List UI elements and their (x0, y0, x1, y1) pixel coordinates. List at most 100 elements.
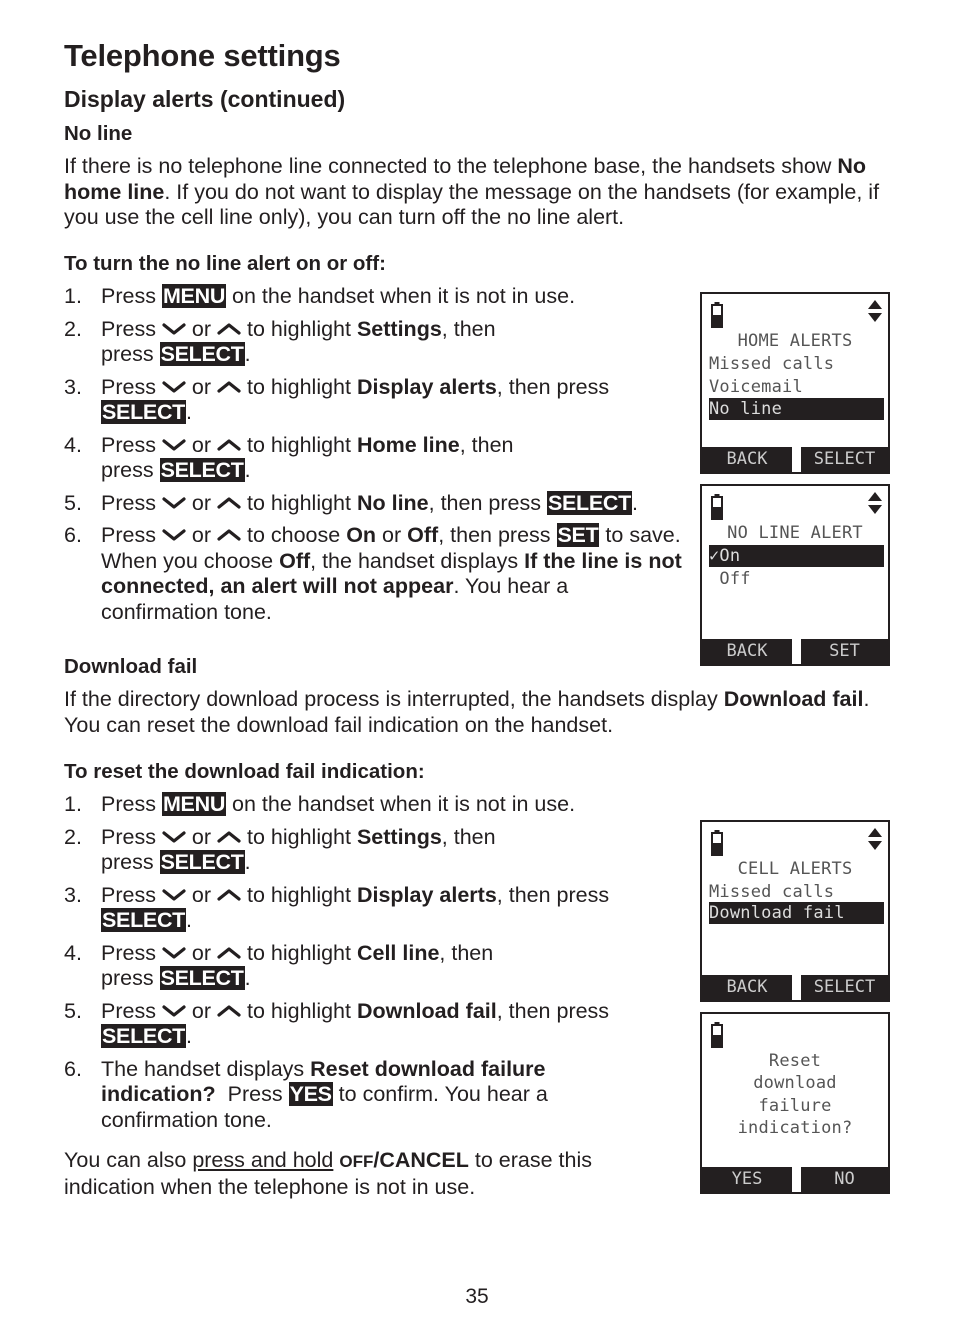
up-arrow-icon (217, 946, 241, 960)
step-number: 2. (64, 824, 82, 849)
text: , then press (496, 998, 610, 1023)
up-arrow-icon (217, 1004, 241, 1018)
step: 2. Press or to highlight Settings, then p… (64, 317, 541, 368)
down-arrow-icon (162, 380, 186, 394)
step-number: 5. (64, 490, 82, 515)
handset-screen-no-line-alert: NO LINE ALERT ✓On Off BACK SET (700, 484, 890, 666)
download-fail-heading: Download fail (64, 655, 198, 678)
step: 5. Press or to highlight Download fail, t… (64, 999, 641, 1050)
no-line-steps: 1. Press MENU on the handset when it is n… (64, 284, 684, 632)
text: Press (101, 940, 162, 965)
bold-term: No line (356, 490, 429, 515)
screen-message-line: failure (758, 1096, 832, 1116)
down-arrow-icon (162, 1004, 186, 1018)
text: Press (101, 824, 162, 849)
text: The handset displays (101, 1056, 311, 1081)
press-and-hold-link[interactable]: press and hold (192, 1148, 333, 1172)
up-down-arrows-icon (868, 300, 882, 324)
download-fail-steps: 1. Press MENU on the handset when it is n… (64, 792, 684, 1140)
text: . (244, 966, 251, 990)
text: Press (215, 1082, 289, 1106)
bold-term: Off (407, 523, 439, 547)
text: or (376, 523, 408, 547)
softkey-back: BACK (702, 975, 792, 1000)
step: 3. Press or to highlight Display alerts, … (64, 883, 611, 934)
text: . (186, 1024, 192, 1048)
down-arrow-icon (162, 438, 186, 452)
softkey-bar: BACK SELECT (702, 975, 888, 1000)
no-line-steps-heading: To turn the no line alert on or off: (64, 252, 386, 275)
screen-menu-item: Missed calls (709, 354, 835, 374)
no-line-heading: No line (64, 122, 133, 145)
select-key: SELECT (159, 966, 245, 990)
text: , then press (428, 490, 547, 515)
text: to highlight (241, 490, 357, 515)
down-arrow-icon (162, 946, 186, 960)
screen-option-on-selected: ✓On (709, 545, 884, 567)
text: or (185, 824, 218, 849)
text: Press (101, 284, 162, 308)
up-arrow-icon (217, 496, 241, 510)
down-arrow-icon (162, 496, 186, 510)
bold-term: Download fail (356, 998, 497, 1023)
text: Press (101, 523, 162, 547)
step: 4. Press or to highlight Home line, then … (64, 433, 541, 484)
battery-icon (711, 1022, 723, 1048)
text: to highlight (241, 374, 357, 399)
step: 1. Press MENU on the handset when it is n… (64, 284, 684, 310)
select-key: SELECT (101, 908, 187, 932)
step-number: 3. (64, 374, 82, 399)
select-key: SELECT (101, 1024, 187, 1048)
text: . (244, 458, 251, 482)
softkey-yes: YES (702, 1167, 792, 1192)
bold-term: Off (279, 548, 311, 573)
bold-term: Cell line (356, 940, 440, 965)
text: to highlight (241, 940, 357, 965)
up-arrow-icon (217, 380, 241, 394)
no-line-description: If there is no telephone line connected … (64, 154, 894, 231)
step-number: 2. (64, 316, 82, 341)
text: . (244, 342, 251, 366)
bold-term: Display alerts (356, 374, 497, 399)
text: to choose (241, 523, 347, 547)
text: or (185, 432, 218, 457)
softkey-bar: BACK SET (702, 639, 888, 664)
step-number: 1. (64, 284, 82, 308)
handset-screen-cell-alerts: CELL ALERTS Missed calls Download fail B… (700, 820, 890, 1002)
softkey-bar: YES NO (702, 1167, 888, 1192)
off-key-label: OFF (339, 1152, 374, 1171)
select-key: SELECT (159, 850, 245, 874)
text: Press (101, 316, 162, 341)
text: or (185, 998, 218, 1023)
text: to highlight (241, 824, 357, 849)
screen-menu-item-highlighted: Download fail (709, 902, 884, 924)
text: or (185, 316, 218, 341)
text: on the handset when it is not in use. (226, 284, 576, 308)
text: If the directory download process is int… (64, 687, 724, 711)
step-number: 6. (64, 523, 82, 547)
up-arrow-icon (217, 830, 241, 844)
screen-message-line: Reset (768, 1051, 822, 1071)
text: to highlight (241, 316, 357, 341)
bold-term: Display alerts (356, 882, 497, 907)
up-arrow-icon (217, 528, 241, 542)
page-number: 35 (465, 1285, 489, 1308)
handset-screen-home-alerts: HOME ALERTS Missed calls Voicemail No li… (700, 292, 890, 474)
softkey-bar: BACK SELECT (702, 447, 888, 472)
battery-icon (711, 302, 723, 328)
bold-term: Settings (356, 316, 442, 341)
text: or (185, 882, 218, 907)
menu-key: MENU (161, 792, 227, 816)
step-number: 4. (64, 940, 82, 965)
step: 6. The handset displays Reset download fa… (64, 1057, 641, 1134)
screen-message-line: indication? (737, 1118, 853, 1138)
screen-title: NO LINE ALERT (727, 523, 863, 543)
down-arrow-icon (162, 830, 186, 844)
softkey-set: SET (801, 639, 888, 664)
download-fail-steps-heading: To reset the download fail indication: (64, 760, 425, 783)
text: . (631, 490, 638, 515)
down-arrow-icon (162, 528, 186, 542)
select-key: SELECT (546, 490, 632, 515)
up-down-arrows-icon (868, 492, 882, 516)
softkey-select: SELECT (801, 447, 888, 472)
